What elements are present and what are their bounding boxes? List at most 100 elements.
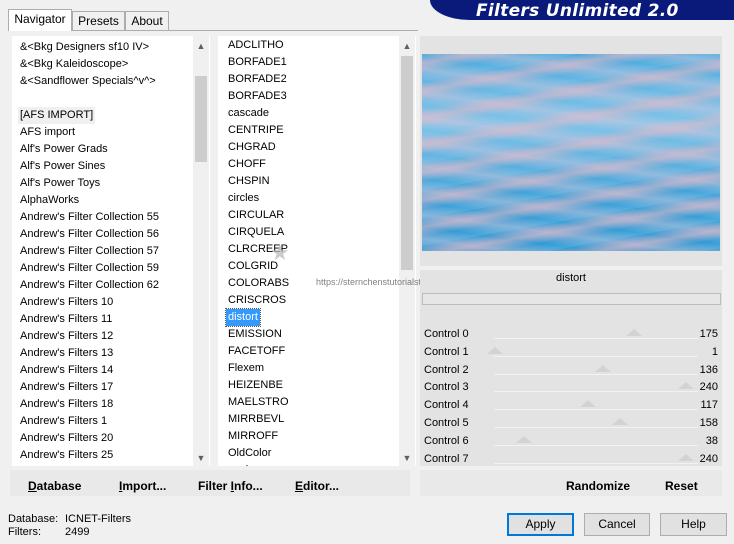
- randomize-button[interactable]: Randomize: [566, 478, 630, 494]
- filter-item[interactable]: CHSPIN: [228, 173, 270, 190]
- control-slider-thumb[interactable]: [487, 347, 503, 354]
- filter-item[interactable]: CHOFF: [228, 156, 266, 173]
- category-item[interactable]: &<Bkg Designers sf10 IV>: [20, 39, 149, 56]
- filter-info-button[interactable]: Filter Info...: [198, 478, 263, 494]
- filter-item[interactable]: ADCLITHO: [228, 37, 284, 54]
- control-row[interactable]: Control 5 158: [422, 415, 720, 432]
- control-label: Control 1: [424, 346, 469, 358]
- filter-item[interactable]: BORFADE2: [228, 71, 287, 88]
- tab-about[interactable]: About: [125, 11, 169, 30]
- category-item[interactable]: Andrew's Filters 27: [20, 464, 113, 466]
- control-slider-thumb[interactable]: [612, 418, 628, 425]
- control-value: 175: [699, 328, 718, 340]
- database-label: Database:: [8, 513, 59, 525]
- import-button[interactable]: Import...: [119, 478, 166, 494]
- control-row[interactable]: Control 1 1: [422, 344, 720, 361]
- category-item[interactable]: Alf's Power Sines: [20, 158, 105, 175]
- category-item[interactable]: Andrew's Filter Collection 57: [20, 243, 159, 260]
- control-slider-thumb[interactable]: [580, 400, 596, 407]
- category-item[interactable]: &<Sandflower Specials^v^>: [20, 73, 156, 90]
- control-slider-track[interactable]: [494, 391, 698, 392]
- scroll-thumb[interactable]: [195, 76, 207, 162]
- scroll-up-arrow-icon[interactable]: ▲: [193, 38, 209, 54]
- filter-item[interactable]: HEIZENBE: [228, 377, 283, 394]
- filter-item[interactable]: distort: [225, 308, 261, 327]
- control-label: Control 2: [424, 364, 469, 376]
- control-row[interactable]: Control 2 136: [422, 362, 720, 379]
- category-item[interactable]: AFS import: [20, 124, 75, 141]
- control-slider-thumb[interactable]: [516, 436, 532, 443]
- filter-item[interactable]: MIRRBEVL: [228, 411, 284, 428]
- category-item[interactable]: [AFS IMPORT]: [18, 107, 96, 124]
- control-slider-thumb[interactable]: [678, 382, 694, 389]
- category-item[interactable]: Alf's Power Toys: [20, 175, 100, 192]
- control-row[interactable]: Control 0 175: [422, 326, 720, 343]
- control-slider-track[interactable]: [494, 445, 698, 446]
- category-scrollbar[interactable]: ▲ ▼: [193, 36, 209, 466]
- filter-item[interactable]: EMISSION: [228, 326, 282, 343]
- filter-list[interactable]: ADCLITHO BORFADE1 BORFADE2 BORFADE3 cascade C…: [218, 36, 416, 466]
- control-row[interactable]: Control 3 240: [422, 379, 720, 396]
- filter-item[interactable]: MAELSTRO: [228, 394, 289, 411]
- category-item[interactable]: Andrew's Filter Collection 55: [20, 209, 159, 226]
- control-row[interactable]: Control 6 38: [422, 433, 720, 450]
- category-item[interactable]: Andrew's Filters 18: [20, 396, 113, 413]
- scroll-down-arrow-icon[interactable]: ▼: [193, 450, 209, 466]
- filter-item[interactable]: cascade: [228, 105, 269, 122]
- category-list[interactable]: &<Bkg Designers sf10 IV> &<Bkg Kaleidosco…: [12, 36, 210, 466]
- app-title: Filters Unlimited 2.0: [476, 1, 679, 21]
- apply-button[interactable]: Apply: [507, 513, 574, 536]
- tab-navigator[interactable]: Navigator: [8, 9, 72, 31]
- scroll-down-arrow-icon[interactable]: ▼: [399, 450, 415, 466]
- category-item[interactable]: AlphaWorks: [20, 192, 79, 209]
- filter-item[interactable]: COLORABS: [228, 275, 289, 292]
- filter-item[interactable]: CIRCULAR: [228, 207, 284, 224]
- category-item[interactable]: Andrew's Filters 20: [20, 430, 113, 447]
- filter-item[interactable]: CENTRIPE: [228, 122, 284, 139]
- cancel-button[interactable]: Cancel: [584, 513, 650, 536]
- category-item[interactable]: Andrew's Filters 13: [20, 345, 113, 362]
- control-slider-track[interactable]: [494, 427, 698, 428]
- category-item[interactable]: Andrew's Filter Collection 59: [20, 260, 159, 277]
- category-item[interactable]: &<Bkg Kaleidoscope>: [20, 56, 128, 73]
- category-item[interactable]: Andrew's Filters 12: [20, 328, 113, 345]
- filter-item[interactable]: OldColor: [228, 445, 271, 462]
- filter-item[interactable]: FACETOFF: [228, 343, 285, 360]
- filter-item[interactable]: CIRQUELA: [228, 224, 284, 241]
- control-slider-track[interactable]: [494, 338, 698, 339]
- category-item[interactable]: Andrew's Filters 1: [20, 413, 107, 430]
- category-item[interactable]: Andrew's Filter Collection 56: [20, 226, 159, 243]
- category-item[interactable]: Andrew's Filters 14: [20, 362, 113, 379]
- database-button[interactable]: Database: [28, 478, 81, 494]
- control-slider-track[interactable]: [494, 409, 698, 410]
- tab-presets[interactable]: Presets: [72, 11, 125, 30]
- filter-scrollbar[interactable]: ▲ ▼: [399, 36, 415, 466]
- control-slider-track[interactable]: [494, 463, 698, 464]
- category-item[interactable]: Andrew's Filters 17: [20, 379, 113, 396]
- scroll-thumb[interactable]: [401, 56, 413, 270]
- help-button[interactable]: Help: [660, 513, 727, 536]
- filter-item[interactable]: ovalzoom: [228, 462, 275, 466]
- filter-item[interactable]: BORFADE1: [228, 54, 287, 71]
- filter-item[interactable]: CRISCROS: [228, 292, 286, 309]
- filter-item[interactable]: MIRROFF: [228, 428, 278, 445]
- category-item[interactable]: Andrew's Filters 11: [20, 311, 112, 328]
- scroll-up-arrow-icon[interactable]: ▲: [399, 38, 415, 54]
- control-slider-thumb[interactable]: [626, 329, 642, 336]
- control-slider-track[interactable]: [494, 356, 698, 357]
- control-slider-track[interactable]: [494, 374, 698, 375]
- editor-button[interactable]: Editor...: [295, 478, 339, 494]
- reset-button[interactable]: Reset: [665, 478, 698, 494]
- category-item[interactable]: Andrew's Filters 10: [20, 294, 113, 311]
- control-slider-thumb[interactable]: [595, 365, 611, 372]
- filter-item[interactable]: circles: [228, 190, 259, 207]
- category-item[interactable]: Andrew's Filters 25: [20, 447, 113, 464]
- control-slider-thumb[interactable]: [678, 454, 694, 461]
- filter-item[interactable]: Flexem: [228, 360, 264, 377]
- category-item[interactable]: Andrew's Filter Collection 62: [20, 277, 159, 294]
- category-item[interactable]: Alf's Power Grads: [20, 141, 108, 158]
- control-row[interactable]: Control 4 117: [422, 397, 720, 414]
- filter-item[interactable]: BORFADE3: [228, 88, 287, 105]
- control-row[interactable]: Control 7 240: [422, 451, 720, 468]
- filter-item[interactable]: CHGRAD: [228, 139, 276, 156]
